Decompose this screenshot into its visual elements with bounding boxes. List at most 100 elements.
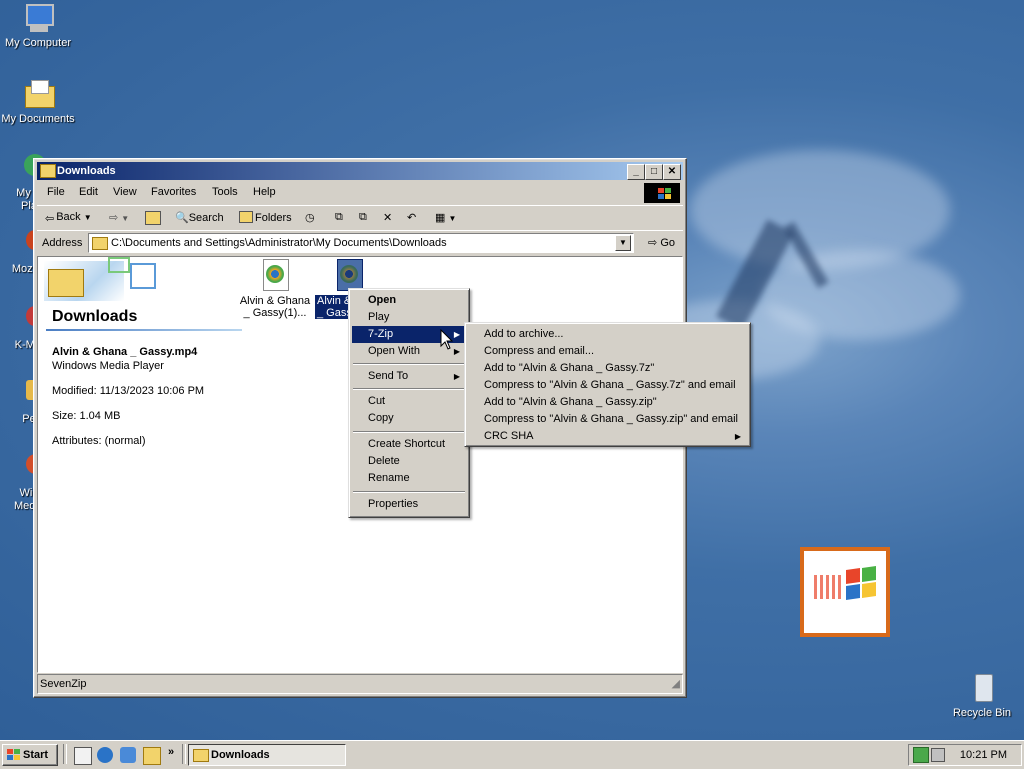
- back-arrow-icon: ⇦: [45, 213, 55, 225]
- taskbar-button-downloads[interactable]: Downloads: [188, 744, 346, 766]
- menu-tools[interactable]: Tools: [212, 186, 238, 198]
- folder-icon: [40, 164, 56, 178]
- maximize-button[interactable]: □: [645, 164, 663, 180]
- menu-file[interactable]: File: [47, 186, 65, 198]
- zip-compress-7z-email[interactable]: Compress to "Alvin & Ghana _ Gassy.7z" a…: [468, 377, 747, 394]
- up-folder-icon: [145, 211, 161, 225]
- media-file-icon: [261, 259, 289, 291]
- details-modified: Modified: 11/13/2023 10:06 PM: [52, 385, 205, 397]
- close-button[interactable]: ✕: [663, 164, 681, 180]
- up-folder-button[interactable]: [145, 211, 163, 226]
- search-button[interactable]: 🔍Search: [175, 211, 224, 224]
- minimize-button[interactable]: _: [627, 164, 645, 180]
- menu-separator: [353, 431, 465, 433]
- zip-crc-sha[interactable]: CRC SHA ▶: [468, 428, 747, 445]
- start-button[interactable]: Start: [2, 744, 58, 766]
- zip-add-to-7z[interactable]: Add to "Alvin & Ghana _ Gassy.7z": [468, 360, 747, 377]
- details-size: Size: 1.04 MB: [52, 410, 121, 422]
- windows-flag-icon: [644, 183, 680, 203]
- address-input[interactable]: C:\Documents and Settings\Administrator\…: [88, 233, 634, 253]
- large-folder-icon: [48, 269, 84, 297]
- menu-view[interactable]: View: [113, 186, 137, 198]
- globe-icon: [4, 152, 46, 184]
- menu-item-properties[interactable]: Properties: [352, 496, 466, 513]
- details-file-type: Windows Media Player: [52, 360, 164, 372]
- zip-compress-zip-email[interactable]: Compress to "Alvin & Ghana _ Gassy.zip" …: [468, 411, 747, 428]
- documents-folder-icon: [22, 78, 55, 110]
- network-icon[interactable]: [913, 747, 929, 763]
- menu-item-copy[interactable]: Copy: [352, 410, 466, 427]
- submenu-arrow-icon: ▶: [453, 330, 460, 339]
- media-player-icon: [4, 452, 46, 484]
- title-bar[interactable]: Downloads _ □ ✕: [37, 162, 683, 180]
- go-button[interactable]: ⇨ Go: [648, 236, 675, 249]
- desktop-icon-recycle-bin[interactable]: Recycle Bin: [944, 672, 1020, 720]
- k-meleon-icon: [4, 304, 44, 336]
- submenu-arrow-icon: ▶: [734, 432, 741, 441]
- toolbar: ⇦ Back ▼ ⇨ ▼ 🔍Search Folders ◷ ⧉ ⧉ ✕ ↶ ▦ …: [37, 205, 683, 231]
- copy-to-button[interactable]: ⧉: [359, 211, 367, 224]
- chevron-down-icon: ▼: [121, 214, 130, 223]
- chevron-down-icon: ▼: [448, 214, 457, 223]
- context-menu: Open Play 7-Zip ▶ Open With ▶ Send To ▶ Cut…: [348, 288, 470, 518]
- system-tray: 10:21 PM: [908, 744, 1022, 766]
- zip-add-to-zip[interactable]: Add to "Alvin & Ghana _ Gassy.zip": [468, 394, 747, 411]
- chevron-down-icon: ▼: [83, 213, 92, 222]
- menu-bar: File Edit View Favorites Tools Help: [37, 182, 683, 203]
- menu-item-cut[interactable]: Cut: [352, 393, 466, 410]
- details-file-name: Alvin & Ghana _ Gassy.mp4: [52, 346, 198, 358]
- history-button[interactable]: ◷: [305, 211, 315, 224]
- forward-button[interactable]: ⇨ ▼: [109, 211, 129, 224]
- resize-grip-icon[interactable]: ◢: [672, 677, 680, 690]
- show-desktop-icon[interactable]: [74, 747, 92, 765]
- move-to-button[interactable]: ⧉: [335, 211, 343, 224]
- menu-item-delete[interactable]: Delete: [352, 453, 466, 470]
- move-to-icon: ⧉: [335, 211, 343, 223]
- views-button[interactable]: ▦ ▼: [435, 211, 456, 224]
- submenu-arrow-icon: ▶: [453, 347, 460, 356]
- menu-help[interactable]: Help: [253, 186, 276, 198]
- history-icon: ◷: [305, 212, 315, 224]
- menu-separator: [353, 388, 465, 390]
- menu-edit[interactable]: Edit: [79, 186, 98, 198]
- delete-x-icon: ✕: [383, 212, 393, 224]
- recycle-bin-icon: [966, 672, 998, 704]
- folder-title-underline: [46, 329, 242, 331]
- menu-item-rename[interactable]: Rename: [352, 470, 466, 487]
- folders-button[interactable]: Folders: [239, 211, 292, 224]
- outlook-express-icon[interactable]: [120, 747, 136, 763]
- taskbar: Start » Downloads 10:21 PM: [0, 740, 1024, 769]
- details-attributes: Attributes: (normal): [52, 435, 146, 447]
- zip-compress-and-email[interactable]: Compress and email...: [468, 343, 747, 360]
- back-button[interactable]: ⇦ Back ▼: [45, 211, 92, 225]
- desktop-icon-my-computer[interactable]: My Computer: [0, 2, 76, 50]
- search-files-icon[interactable]: [143, 747, 161, 765]
- menu-item-play[interactable]: Play: [352, 309, 466, 326]
- zip-add-to-archive[interactable]: Add to archive...: [468, 326, 747, 343]
- 7zip-submenu: Add to archive... Compress and email... …: [464, 322, 751, 447]
- volume-icon[interactable]: [931, 748, 945, 762]
- forward-arrow-icon: ⇨: [109, 212, 119, 224]
- window-title: Downloads: [57, 165, 116, 177]
- file-icon-gassy-1[interactable]: Alvin & Ghana _ Gassy(1)...: [237, 259, 313, 319]
- folder-icon: [193, 749, 209, 762]
- menu-separator: [353, 363, 465, 365]
- menu-item-create-shortcut[interactable]: Create Shortcut: [352, 436, 466, 453]
- delete-button[interactable]: ✕: [383, 211, 392, 224]
- desktop-icon-my-documents[interactable]: My Documents: [0, 78, 76, 126]
- search-icon: 🔍: [175, 212, 189, 224]
- mouse-cursor-icon: [440, 329, 454, 350]
- menu-item-send-to[interactable]: Send To ▶: [352, 368, 466, 385]
- menu-item-open[interactable]: Open: [352, 292, 466, 309]
- menu-favorites[interactable]: Favorites: [151, 186, 196, 198]
- chevron-down-icon: ▼: [619, 238, 627, 247]
- clock[interactable]: 10:21 PM: [960, 749, 1007, 761]
- internet-explorer-icon[interactable]: [97, 747, 113, 763]
- undo-button[interactable]: ↶: [407, 211, 416, 224]
- submenu-arrow-icon: ▶: [453, 372, 460, 381]
- computer-icon: [22, 2, 54, 34]
- address-dropdown-button[interactable]: ▼: [615, 235, 631, 251]
- quicklaunch-more-icon[interactable]: »: [168, 746, 174, 758]
- status-text: SevenZip: [40, 678, 87, 690]
- windows-logo-image: [800, 547, 890, 637]
